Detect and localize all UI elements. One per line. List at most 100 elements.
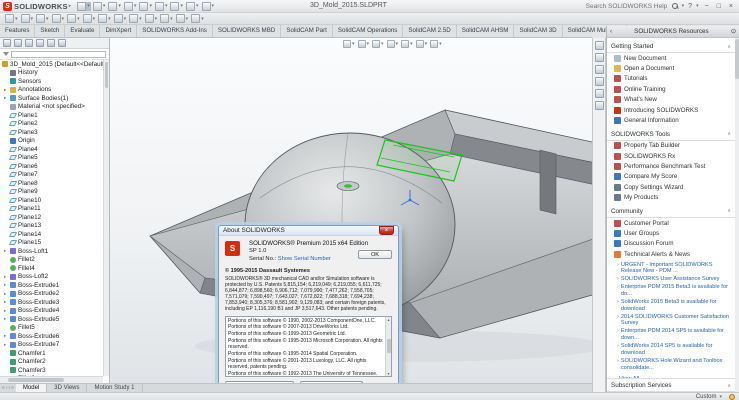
ribbon-tab[interactable]: SolidCAM AHSM bbox=[457, 25, 515, 37]
task-pane-link[interactable]: Online Training bbox=[607, 84, 735, 94]
collapse-section-icon[interactable]: ∧ bbox=[727, 383, 731, 389]
collapse-section-icon[interactable]: ∧ bbox=[727, 131, 731, 137]
tree-item[interactable]: ▸ Boss-Extrude4 bbox=[0, 307, 103, 316]
dropdown-caret-icon[interactable]: ▾ bbox=[149, 3, 152, 9]
screen-capture-icon[interactable]: ▾ bbox=[5, 14, 19, 23]
file-properties-icon[interactable]: ▾ bbox=[186, 2, 200, 11]
dropdown-caret-icon[interactable]: ▾ bbox=[134, 3, 137, 9]
minimize-button[interactable]: − bbox=[702, 1, 712, 12]
news-link[interactable]: › SOLIDWORKS User Assistance Survey bbox=[617, 276, 733, 283]
tree-item[interactable]: ▸ Boss-Extrude6 bbox=[0, 332, 103, 341]
sketch-point[interactable] bbox=[344, 184, 352, 188]
tree-item[interactable]: ▸ Boss-Extrude3 bbox=[0, 298, 103, 307]
propertymanager-icon[interactable] bbox=[14, 39, 22, 47]
tree-filter-input[interactable] bbox=[11, 51, 106, 58]
tree-item[interactable]: Plane8 bbox=[0, 179, 103, 188]
dropdown-caret-icon[interactable]: ▾ bbox=[103, 3, 106, 9]
news-link[interactable]: › Enterprise PDM 2014 SP5 is available f… bbox=[617, 328, 733, 341]
tree-item[interactable]: Plane9 bbox=[0, 188, 103, 197]
notices-listbox[interactable]: Portions of this software © 1990, 2002-2… bbox=[225, 316, 392, 377]
file-explorer-icon[interactable] bbox=[595, 65, 604, 74]
task-pane-link[interactable]: My Products bbox=[607, 193, 735, 203]
dropdown-caret-icon[interactable]: ▾ bbox=[439, 41, 442, 47]
dropdown-caret-icon[interactable]: ▾ bbox=[93, 16, 96, 22]
tree-item[interactable]: Chamfer2 bbox=[0, 358, 103, 367]
configurationmanager-icon[interactable] bbox=[25, 39, 33, 47]
display-style-icon[interactable]: ▾ bbox=[387, 40, 400, 48]
apply-scene-icon[interactable]: ▾ bbox=[430, 40, 443, 48]
news-link[interactable]: › 2014 SOLIDWORKS Customer Satisfaction … bbox=[617, 314, 733, 327]
search-input[interactable] bbox=[584, 2, 670, 11]
tree-item[interactable]: Plane5 bbox=[0, 154, 103, 163]
dropdown-caret-icon[interactable]: ▾ bbox=[201, 16, 204, 22]
displaymanager-icon[interactable] bbox=[47, 39, 55, 47]
dropdown-caret-icon[interactable]: ▾ bbox=[367, 41, 370, 47]
mass-properties-icon[interactable]: ▾ bbox=[176, 14, 190, 23]
options-icon[interactable]: ▾ bbox=[202, 2, 216, 11]
dropdown-caret-icon[interactable]: ▾ bbox=[425, 41, 428, 47]
task-pane-link[interactable]: Introducing SOLIDWORKS bbox=[607, 105, 735, 115]
section-solidworks-tools[interactable]: SOLIDWORKS Tools ∧ bbox=[607, 128, 735, 141]
section-community[interactable]: Community ∧ bbox=[607, 205, 735, 218]
pin-icon[interactable]: ⊙ bbox=[731, 28, 736, 35]
ribbon-tab[interactable]: DimXpert bbox=[100, 25, 137, 37]
close-button[interactable]: × bbox=[726, 1, 736, 12]
dropdown-caret-icon[interactable]: ▾ bbox=[62, 16, 65, 22]
zoom-area-icon[interactable]: ▾ bbox=[358, 40, 371, 48]
tree-item[interactable]: ▸ Annotations bbox=[0, 86, 103, 95]
license-agreements-button[interactable]: License Agreements... bbox=[225, 381, 294, 383]
apply-scene-icon[interactable]: ▾ bbox=[83, 14, 97, 23]
task-pane-link[interactable]: Open a Document bbox=[607, 63, 735, 73]
dropdown-caret-icon[interactable]: ▾ bbox=[212, 3, 215, 9]
news-link[interactable]: › URGENT - Important SOLIDWORKS Release … bbox=[617, 262, 733, 275]
edit-appearance-icon[interactable]: ▾ bbox=[67, 14, 81, 23]
task-pane-link[interactable]: Property Tab Builder bbox=[607, 141, 735, 151]
cam-manager-icon[interactable] bbox=[58, 39, 66, 47]
dropdown-caret-icon[interactable]: ▾ bbox=[170, 16, 173, 22]
ribbon-tab[interactable]: Evaluate bbox=[65, 25, 100, 37]
section-view-icon[interactable]: ▾ bbox=[21, 14, 35, 23]
scroll-down-icon[interactable]: ▾ bbox=[387, 371, 389, 376]
document-tab[interactable]: 3D Views bbox=[47, 384, 87, 392]
tab-scroll-icon[interactable]: ‹ bbox=[6, 385, 8, 391]
featuremanager-icon[interactable] bbox=[3, 39, 11, 47]
help-caret-icon[interactable]: ▾ bbox=[696, 3, 699, 9]
task-pane-link[interactable]: Discussion Forum bbox=[607, 239, 735, 249]
view-orientation-icon[interactable]: ▾ bbox=[98, 14, 112, 23]
dropdown-caret-icon[interactable]: ▾ bbox=[396, 41, 399, 47]
show-serial-link[interactable]: Show Serial Number bbox=[278, 256, 331, 262]
tree-item[interactable]: ▸ Boss-Extrude1 bbox=[0, 281, 103, 290]
dropdown-caret-icon[interactable]: ▾ bbox=[139, 16, 142, 22]
dropdown-caret-icon[interactable]: ▾ bbox=[46, 16, 49, 22]
ribbon-tab[interactable]: SOLIDWORKS Add-Ins bbox=[137, 25, 213, 37]
print-icon[interactable]: ▾ bbox=[124, 2, 138, 11]
document-tab[interactable]: Model bbox=[16, 384, 47, 392]
display-style-icon[interactable]: ▾ bbox=[36, 14, 50, 23]
tree-item[interactable]: Fillet5 bbox=[0, 324, 103, 333]
edit-appearance-icon[interactable]: ▾ bbox=[416, 40, 429, 48]
help-button[interactable]: ? bbox=[687, 3, 693, 10]
solidworks-resources-icon[interactable] bbox=[595, 41, 604, 50]
new-document-icon[interactable]: ▾ bbox=[77, 2, 91, 11]
tree-item[interactable]: Origin bbox=[0, 137, 103, 146]
search-options-caret-icon[interactable]: ▾ bbox=[682, 3, 685, 9]
tree-item[interactable]: Chamfer1 bbox=[0, 349, 103, 358]
task-pane-link[interactable]: Compare My Score bbox=[607, 172, 735, 182]
undo-icon[interactable]: ▾ bbox=[139, 2, 153, 11]
ok-button[interactable]: OK bbox=[358, 250, 392, 259]
listbox-scrollbar[interactable]: ▴ ▾ bbox=[385, 317, 391, 376]
tree-item[interactable]: Fillet4 bbox=[0, 264, 103, 273]
scroll-up-icon[interactable]: ▴ bbox=[387, 317, 389, 322]
menu-flyout-icon[interactable]: ▸ bbox=[69, 3, 72, 9]
view-orientation-icon[interactable]: ▾ bbox=[372, 40, 385, 48]
quick-snaps-icon[interactable]: ▾ bbox=[114, 14, 128, 23]
design-library-icon[interactable] bbox=[595, 53, 604, 62]
task-pane-link[interactable]: SOLIDWORKS Rx bbox=[607, 151, 735, 161]
task-pane-link[interactable]: What's New bbox=[607, 95, 735, 105]
measure-icon[interactable]: ▾ bbox=[160, 14, 174, 23]
sketch-icon[interactable]: ▾ bbox=[129, 14, 143, 23]
dropdown-caret-icon[interactable]: ▾ bbox=[108, 16, 111, 22]
task-pane-link[interactable]: Customer Portal bbox=[607, 218, 735, 228]
dropdown-caret-icon[interactable]: ▾ bbox=[410, 41, 413, 47]
tree-item[interactable]: Plane14 bbox=[0, 230, 103, 239]
